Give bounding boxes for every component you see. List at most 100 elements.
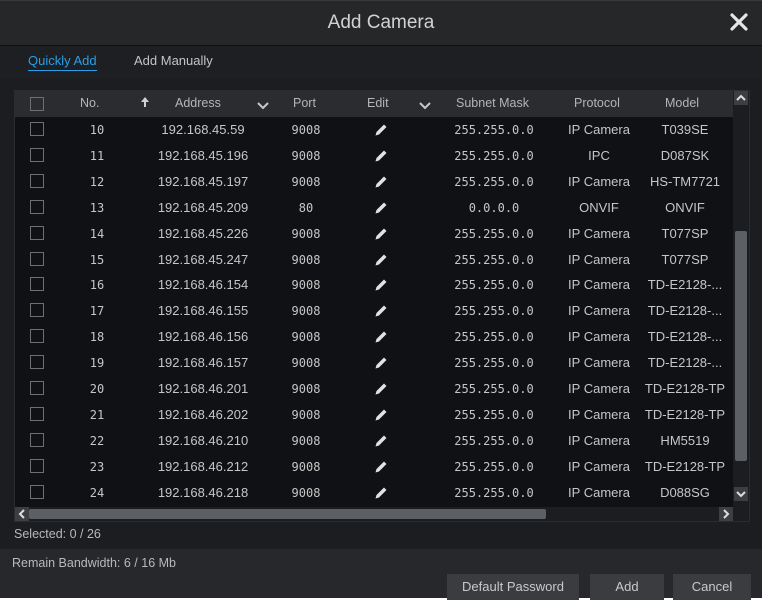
- cell-protocol: IP Camera: [568, 277, 630, 293]
- chevron-down-icon[interactable]: [257, 99, 269, 113]
- edit-pencil-icon[interactable]: [374, 486, 388, 500]
- cell-port: 9008: [291, 278, 321, 293]
- cell-address: 192.168.45.197: [157, 173, 249, 189]
- tab-add-manually[interactable]: Add Manually: [134, 53, 213, 68]
- table-row[interactable]: 17 192.168.46.155 9008 255.255.0.0 IP Camera…: [15, 298, 733, 324]
- cell-port: 9008: [291, 148, 321, 163]
- cell-port: 9008: [291, 433, 321, 448]
- table-row[interactable]: 18 192.168.46.156 9008 255.255.0.0 IP Camera…: [15, 324, 733, 350]
- selected-count: Selected: 0 / 26: [14, 527, 101, 541]
- edit-pencil-icon[interactable]: [374, 382, 388, 396]
- cell-subnet-mask: 255.255.0.0: [454, 278, 534, 293]
- edit-pencil-icon[interactable]: [374, 227, 388, 241]
- edit-pencil-icon[interactable]: [374, 304, 388, 318]
- table-row[interactable]: 10 192.168.45.59 9008 255.255.0.0 IP Camera T…: [15, 117, 733, 143]
- close-icon[interactable]: [726, 9, 752, 35]
- cell-model: TD-E2128-...: [647, 303, 723, 319]
- row-checkbox[interactable]: [30, 277, 44, 292]
- tab-quickly-add[interactable]: Quickly Add: [28, 53, 97, 71]
- cell-model: TD-E2128-...: [647, 329, 723, 345]
- cell-address: 192.168.46.218: [157, 484, 249, 500]
- header-address[interactable]: Address: [175, 96, 221, 110]
- table-row[interactable]: 16 192.168.46.154 9008 255.255.0.0 IP Camera…: [15, 272, 733, 298]
- cell-address: 192.168.46.210: [157, 432, 249, 448]
- table-row[interactable]: 15 192.168.45.247 9008 255.255.0.0 IP Camera…: [15, 247, 733, 273]
- cell-address: 192.168.45.196: [157, 147, 249, 163]
- cell-subnet-mask: 255.255.0.0: [454, 304, 534, 319]
- table-row[interactable]: 24 192.168.46.218 9008 255.255.0.0 IP Camera…: [15, 480, 733, 506]
- row-checkbox[interactable]: [30, 458, 44, 473]
- edit-pencil-icon[interactable]: [374, 278, 388, 292]
- edit-pencil-icon[interactable]: [374, 356, 388, 370]
- table-row[interactable]: 13 192.168.45.209 80 0.0.0.0 ONVIF ONVIF: [15, 195, 733, 221]
- cell-model: TD-E2128-TP: [644, 406, 726, 422]
- cell-model: TD-E2128-TP: [644, 458, 726, 474]
- edit-pencil-icon[interactable]: [374, 460, 388, 474]
- table-row[interactable]: 11 192.168.45.196 9008 255.255.0.0 IPC D087SK: [15, 143, 733, 169]
- cancel-button[interactable]: Cancel: [673, 574, 751, 600]
- vertical-scroll-thumb[interactable]: [735, 231, 747, 461]
- row-checkbox[interactable]: [30, 381, 44, 395]
- add-button[interactable]: Add: [590, 574, 664, 600]
- row-checkbox[interactable]: [30, 406, 44, 421]
- edit-pencil-icon[interactable]: [374, 149, 388, 163]
- cell-port: 9008: [291, 407, 321, 422]
- row-checkbox[interactable]: [30, 251, 44, 266]
- cell-port: 9008: [291, 459, 321, 474]
- row-checkbox[interactable]: [30, 122, 44, 136]
- row-checkbox[interactable]: [30, 432, 44, 447]
- cell-port: 80: [298, 200, 314, 215]
- table-row[interactable]: 22 192.168.46.210 9008 255.255.0.0 IP Camera…: [15, 428, 733, 454]
- chevron-down-icon[interactable]: [419, 99, 431, 113]
- scroll-down-icon[interactable]: [734, 487, 748, 501]
- cell-subnet-mask: 0.0.0.0: [468, 200, 520, 215]
- scroll-right-icon[interactable]: [719, 507, 733, 521]
- cell-model: ONVIF: [665, 199, 705, 215]
- cell-port: 9008: [291, 252, 321, 267]
- table-row[interactable]: 14 192.168.45.226 9008 255.255.0.0 IP Camera…: [15, 221, 733, 247]
- row-checkbox[interactable]: [30, 329, 44, 344]
- edit-pencil-icon[interactable]: [374, 330, 388, 344]
- edit-pencil-icon[interactable]: [374, 201, 388, 215]
- row-checkbox[interactable]: [30, 199, 44, 214]
- cell-protocol: IP Camera: [568, 406, 630, 422]
- cell-address: 192.168.46.156: [157, 329, 249, 345]
- table-row[interactable]: 23 192.168.46.212 9008 255.255.0.0 IP Camera…: [15, 454, 733, 480]
- edit-pencil-icon[interactable]: [374, 175, 388, 189]
- cell-protocol: IP Camera: [568, 122, 630, 137]
- row-checkbox[interactable]: [30, 303, 44, 318]
- cell-protocol: IP Camera: [568, 303, 630, 319]
- cell-model: T039SE: [661, 122, 709, 137]
- select-all-checkbox[interactable]: [30, 97, 44, 111]
- vertical-scrollbar[interactable]: [733, 91, 749, 507]
- horizontal-scroll-thumb[interactable]: [29, 509, 546, 519]
- cell-no: 11: [89, 148, 105, 163]
- table-row[interactable]: 12 192.168.45.197 9008 255.255.0.0 IP Camera…: [15, 169, 733, 195]
- cell-no: 18: [89, 330, 105, 345]
- scroll-left-icon[interactable]: [15, 507, 29, 521]
- edit-pencil-icon[interactable]: [374, 434, 388, 448]
- table-row[interactable]: 21 192.168.46.202 9008 255.255.0.0 IP Camera…: [15, 402, 733, 428]
- table-header: No. Address Port Edit Subnet Mask Protoc…: [15, 91, 733, 117]
- remain-bandwidth: Remain Bandwidth: 6 / 16 Mb: [12, 556, 176, 570]
- row-checkbox[interactable]: [30, 355, 44, 370]
- table-row[interactable]: 20 192.168.46.201 9008 255.255.0.0 IP Camera…: [15, 376, 733, 402]
- table-row[interactable]: 19 192.168.46.157 9008 255.255.0.0 IP Camera…: [15, 350, 733, 376]
- default-password-button[interactable]: Default Password: [447, 574, 579, 600]
- header-subnet-mask: Subnet Mask: [456, 96, 529, 110]
- row-checkbox[interactable]: [30, 147, 44, 162]
- scroll-up-icon[interactable]: [734, 91, 748, 105]
- row-checkbox[interactable]: [30, 173, 44, 188]
- edit-pencil-icon[interactable]: [374, 408, 388, 422]
- row-checkbox[interactable]: [30, 225, 44, 240]
- cell-protocol: IP Camera: [568, 484, 630, 500]
- edit-pencil-icon[interactable]: [374, 123, 388, 137]
- row-checkbox[interactable]: [30, 484, 44, 499]
- cell-address: 192.168.46.201: [157, 381, 249, 396]
- cell-port: 9008: [291, 174, 321, 189]
- sort-up-arrow-icon[interactable]: [140, 96, 150, 111]
- edit-pencil-icon[interactable]: [374, 253, 388, 267]
- cell-subnet-mask: 255.255.0.0: [454, 356, 534, 371]
- cell-subnet-mask: 255.255.0.0: [454, 459, 534, 474]
- horizontal-scrollbar[interactable]: [15, 507, 733, 521]
